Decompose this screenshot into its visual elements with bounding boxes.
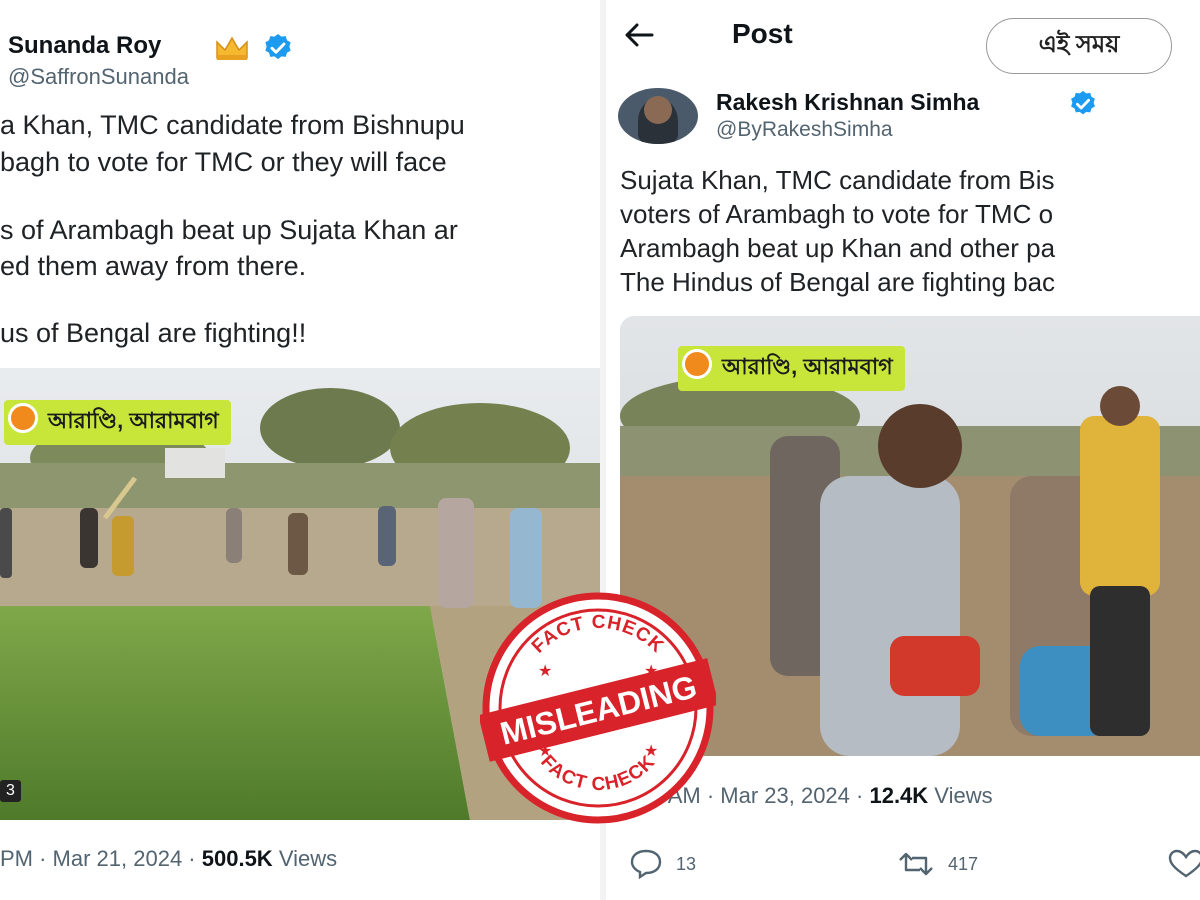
location-pin-icon (8, 403, 38, 433)
author-name[interactable]: Sunanda Roy (8, 32, 161, 60)
publisher-logo-text: এই সময় (1038, 31, 1120, 58)
verified-badge-icon (1071, 90, 1095, 115)
fact-check-stamp: FACT CHECK FACT CHECK MISLEADING ★ ★ ★ ★ (478, 590, 719, 826)
tweet-meta: PM · Mar 21, 2024 · 500.5K Views (0, 846, 337, 872)
video-badge: 3 (0, 780, 21, 802)
tweet-text-line: Sujata Khan, TMC candidate from Bis (620, 165, 1055, 195)
location-pin-icon (682, 349, 712, 379)
reply-button[interactable]: 13 (626, 848, 696, 880)
svg-text:★: ★ (644, 743, 658, 760)
svg-text:★: ★ (644, 663, 658, 680)
tweet-text-line: The Hindus of Bengal are fighting bac (620, 267, 1056, 297)
back-arrow-icon[interactable] (622, 20, 656, 50)
avatar[interactable] (618, 88, 698, 144)
views-count: 500.5K (201, 846, 273, 871)
video-location-tag: আরাণ্ডি, আরামবাগ (678, 346, 905, 391)
views-label: Views (928, 783, 993, 808)
crown-emoji-icon (216, 36, 248, 60)
author-name[interactable]: Rakesh Krishnan Simha (716, 89, 979, 116)
tweet-text-line: us of Bengal are fighting!! (0, 318, 307, 348)
video-location-text: আরাণ্ডি, আরামবাগ (722, 354, 893, 379)
like-icon (1168, 849, 1200, 878)
publisher-logo: এই সময় (986, 18, 1172, 74)
tweet-text-line: Arambagh beat up Khan and other pa (620, 233, 1056, 263)
header-title: Post (732, 18, 793, 49)
video-location-text: আরাণ্ডি, আরামবাগ (48, 408, 219, 433)
svg-text:★: ★ (538, 743, 552, 760)
tweet-text-line: a Khan, TMC candidate from Bishnupu (0, 110, 465, 140)
views-count: 12.4K (869, 783, 929, 808)
repost-button[interactable]: 417 (894, 848, 978, 880)
tweet-text-line: voters of Arambagh to vote for TMC o (620, 199, 1054, 229)
svg-text:★: ★ (538, 663, 552, 680)
repost-count: 417 (948, 853, 979, 874)
tweet-text-line: s of Arambagh beat up Sujata Khan ar (0, 215, 458, 245)
reply-count: 13 (676, 853, 697, 874)
tweet-text-line: ed them away from there. (0, 251, 307, 281)
tweet-timestamp[interactable]: PM · Mar 21, 2024 · (0, 846, 202, 871)
video-location-tag: আরাণ্ডি, আরামবাগ (4, 400, 231, 445)
repost-icon (899, 852, 933, 876)
tweet-text-line: bagh to vote for TMC or they will face (0, 147, 447, 177)
author-handle[interactable]: @SaffronSunanda (8, 64, 189, 90)
verified-badge-icon (265, 34, 291, 60)
views-label: Views (272, 846, 338, 871)
author-handle[interactable]: @ByRakeshSimha (716, 118, 893, 142)
reply-icon (630, 849, 662, 880)
like-button[interactable] (1166, 848, 1200, 880)
